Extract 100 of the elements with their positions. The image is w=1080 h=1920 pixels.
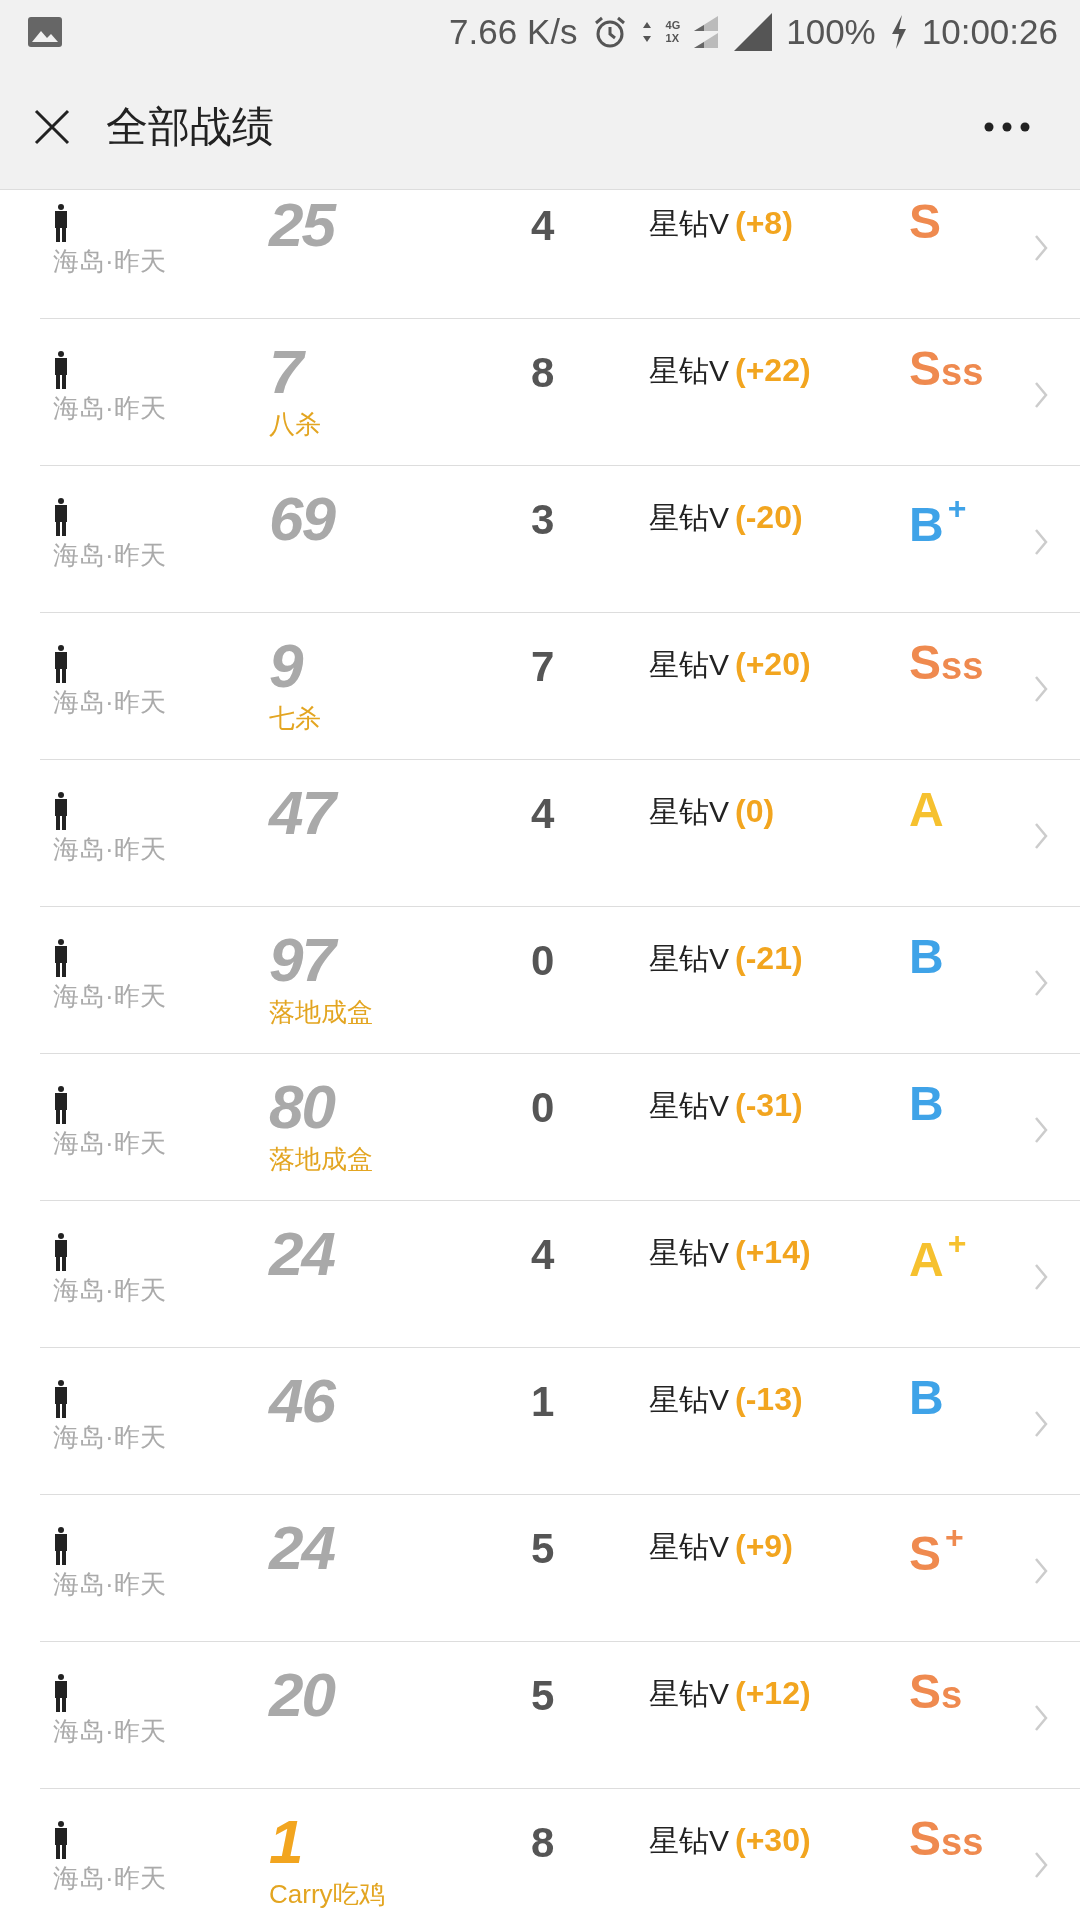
match-row[interactable]: 海岛·昨天 24 4 星钻V (+14) A$^{+}$	[40, 1201, 1080, 1348]
signal-icon	[734, 13, 773, 51]
tier-name: 星钻V	[649, 1823, 729, 1859]
match-row[interactable]: 海岛·昨天 25 4 星钻V (+8) S	[40, 190, 1080, 319]
score-change: (+9)	[735, 1528, 793, 1565]
score-change: (-21)	[735, 940, 803, 977]
chevron-right-icon	[1034, 528, 1048, 556]
match-row[interactable]: 海岛·昨天 80 落地成盒 0 星钻V (-31) B	[40, 1054, 1080, 1201]
tier-name: 星钻V	[649, 206, 729, 242]
grade: Sss	[909, 342, 984, 395]
gallery-icon	[28, 17, 62, 47]
rank-number: 46	[269, 1370, 336, 1432]
rank-number: 9	[269, 635, 304, 697]
match-row[interactable]: 海岛·昨天 97 落地成盒 0 星钻V (-21) B	[40, 907, 1080, 1054]
rank-number: 97	[269, 929, 489, 991]
clock: 10:00:26	[921, 12, 1058, 52]
match-note: 落地成盒	[269, 1143, 374, 1176]
rank-number: 80	[269, 1076, 336, 1138]
person-icon	[54, 351, 68, 389]
map-date: 海岛·昨天	[53, 1274, 166, 1307]
tier-name: 星钻V	[649, 1235, 729, 1271]
rank-number: 24	[269, 1517, 336, 1579]
match-row[interactable]: 海岛·昨天 46 1 星钻V (-13) B	[40, 1348, 1080, 1495]
tier-name: 星钻V	[649, 941, 729, 977]
grade: Sss	[909, 1812, 984, 1865]
match-row[interactable]: 海岛·昨天 69 3 星钻V (-20) B$^{+}$	[40, 466, 1080, 613]
kill-count: 8	[530, 348, 556, 397]
person-icon	[54, 1674, 68, 1712]
person-icon	[54, 204, 68, 242]
chevron-right-icon	[1034, 1410, 1048, 1438]
tier-name: 星钻V	[649, 794, 729, 830]
kill-count: 1	[530, 1377, 556, 1426]
match-row[interactable]: 海岛·昨天 47 4 星钻V (0) A	[40, 760, 1080, 907]
kill-count: 4	[530, 789, 556, 838]
score-change: (+14)	[735, 1234, 811, 1271]
rank-number: 69	[269, 488, 336, 550]
tier-name: 星钻V	[649, 1088, 729, 1124]
match-row[interactable]: 海岛·昨天 20 5 星钻V (+12) Ss	[40, 1642, 1080, 1789]
tier-name: 星钻V	[649, 500, 729, 536]
map-date: 海岛·昨天	[53, 1862, 166, 1895]
kill-count: 5	[530, 1524, 556, 1573]
person-icon	[54, 1233, 68, 1271]
person-icon	[54, 1527, 68, 1565]
tier-name: 星钻V	[649, 1529, 729, 1565]
kill-count: 3	[530, 495, 556, 544]
map-date: 海岛·昨天	[53, 1127, 166, 1160]
grade: S$^{+}$	[909, 1527, 964, 1580]
match-note: 八杀	[269, 408, 322, 441]
chevron-right-icon	[1034, 381, 1048, 409]
match-note: 七杀	[269, 702, 322, 735]
tier-name: 星钻V	[649, 1382, 729, 1418]
page-title: 全部战绩	[106, 101, 274, 152]
network-type: 4G	[665, 19, 681, 32]
kill-count: 7	[530, 642, 556, 691]
kill-count: 0	[530, 936, 556, 985]
tier-name: 星钻V	[649, 1676, 729, 1712]
match-row[interactable]: 海岛·昨天 24 5 星钻V (+9) S$^{+}$	[40, 1495, 1080, 1642]
map-date: 海岛·昨天	[53, 392, 166, 425]
rank-number: 7	[269, 341, 489, 403]
rank-number: 24	[269, 1223, 336, 1285]
grade: B	[909, 1371, 944, 1424]
match-row[interactable]: 海岛·昨天 9 七杀 7 星钻V (+20) Sss	[40, 613, 1080, 760]
close-icon[interactable]	[34, 108, 70, 145]
rank-number: 25	[269, 194, 337, 256]
chevron-right-icon	[1034, 234, 1048, 262]
person-icon	[54, 645, 68, 683]
map-date: 海岛·昨天	[53, 833, 166, 866]
score-change: (-13)	[735, 1381, 803, 1418]
person-icon	[54, 498, 68, 536]
chevron-right-icon	[1034, 1704, 1048, 1732]
match-note: Carry吃鸡	[269, 1878, 386, 1911]
score-change: (-31)	[735, 1087, 803, 1124]
kill-count: 4	[530, 201, 556, 250]
score-change: (-20)	[735, 499, 803, 536]
person-icon	[54, 1086, 68, 1124]
grade: B	[909, 930, 944, 983]
more-icon[interactable]	[984, 121, 1030, 132]
chevron-right-icon	[1034, 675, 1048, 703]
score-change: (+8)	[735, 205, 793, 242]
map-date: 海岛·昨天	[53, 1715, 166, 1748]
person-icon	[54, 1821, 68, 1859]
person-icon	[54, 939, 68, 977]
chevron-right-icon	[1034, 1557, 1048, 1585]
kill-count: 5	[530, 1671, 556, 1720]
score-change: (+30)	[735, 1822, 811, 1859]
rank-number: 20	[269, 1664, 336, 1726]
map-date: 海岛·昨天	[53, 686, 166, 719]
chevron-right-icon	[1034, 822, 1048, 850]
match-row[interactable]: 海岛·昨天 1 Carry吃鸡 8 星钻V (+30) Sss	[40, 1789, 1080, 1920]
map-date: 海岛·昨天	[53, 539, 166, 572]
rank-number: 47	[269, 782, 489, 844]
match-row[interactable]: 海岛·昨天 7 八杀 8 星钻V (+22) Sss	[40, 319, 1080, 466]
score-change: (+12)	[735, 1675, 811, 1712]
map-date: 海岛·昨天	[53, 980, 166, 1013]
network-speed: 7.66 K/s	[449, 12, 578, 52]
grade: A	[909, 783, 944, 836]
grade: B$^{+}$	[909, 498, 967, 551]
tier-name: 星钻V	[649, 353, 729, 389]
kill-count: 0	[530, 1083, 556, 1132]
data-arrows-icon	[641, 21, 652, 43]
